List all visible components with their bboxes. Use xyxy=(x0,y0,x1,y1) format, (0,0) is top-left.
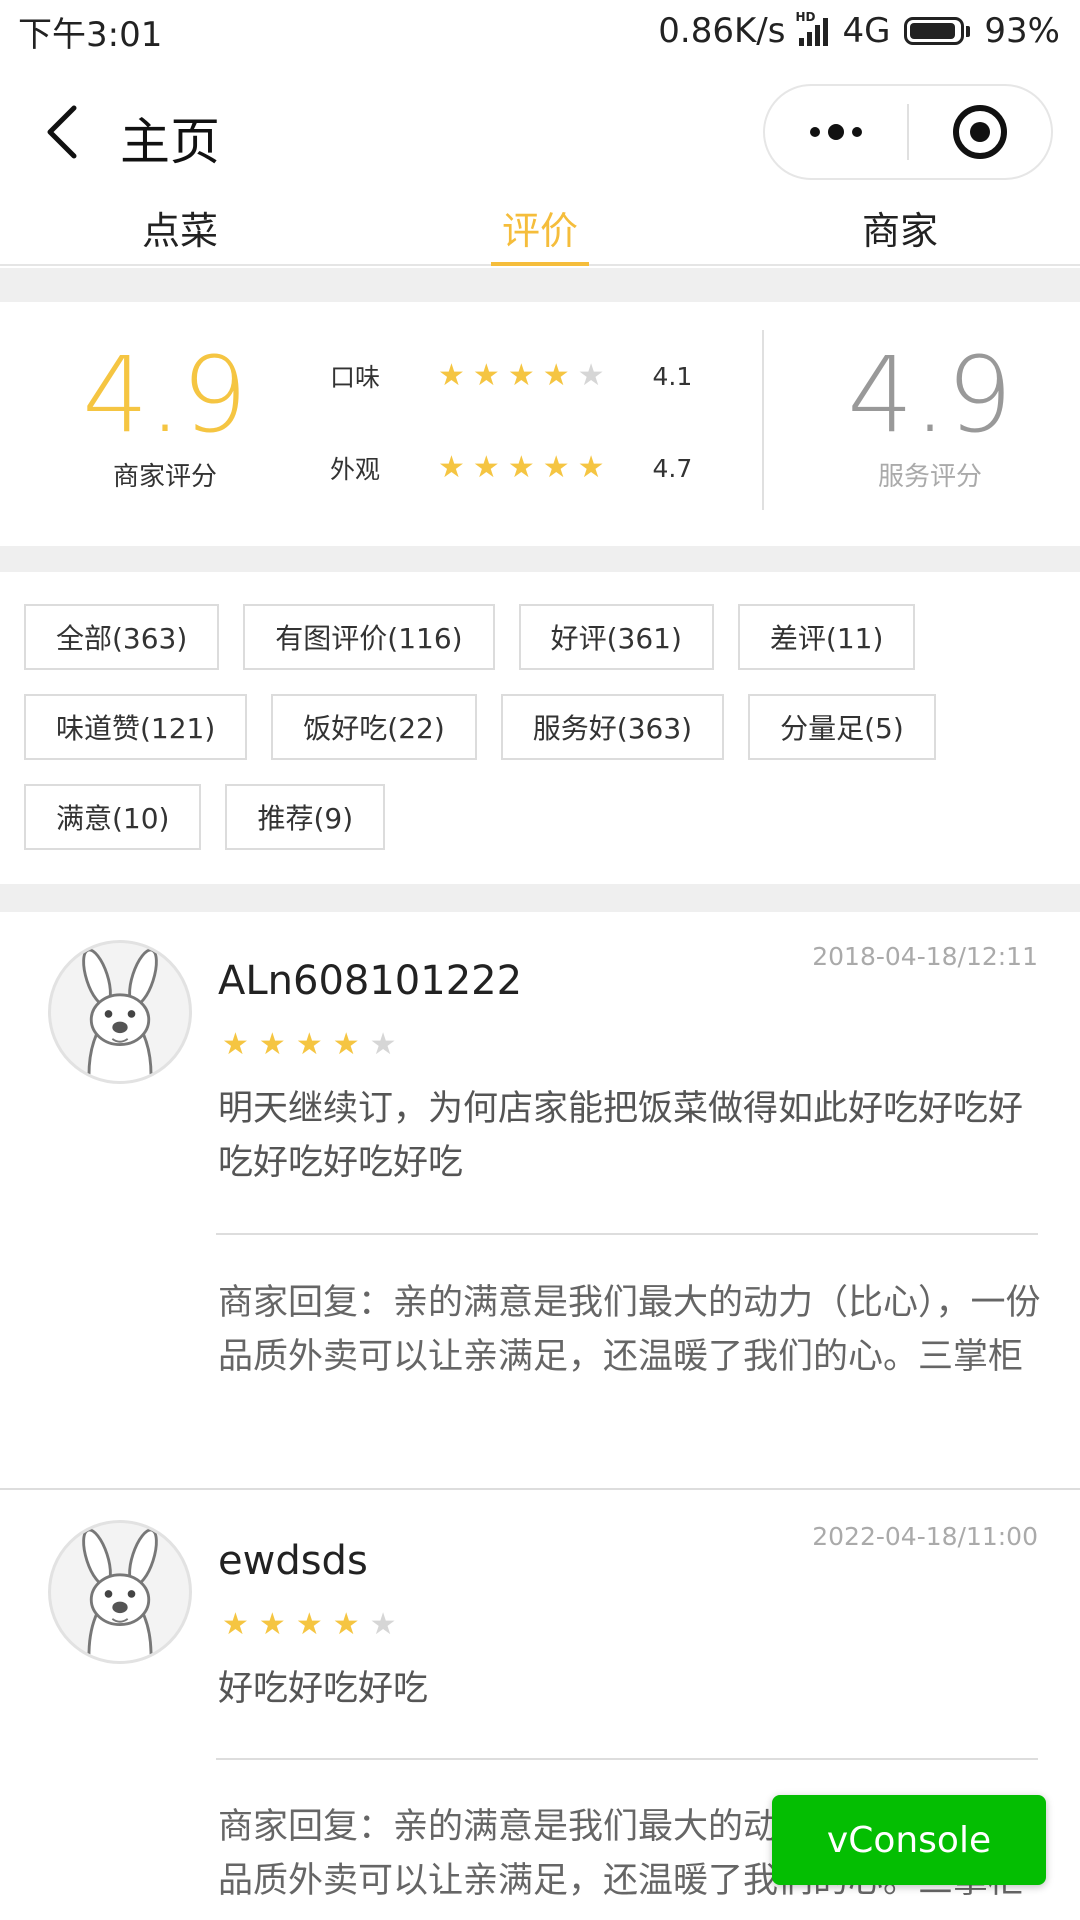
rating-name: 口味 xyxy=(330,363,381,392)
filter-row: 全部(363) 有图评价(116) 好评(361) 差评(11) xyxy=(24,604,1064,670)
review-stars: ★ ★ ★ ★ ★ xyxy=(222,1030,397,1060)
star-filled-icon: ★ xyxy=(295,1027,323,1062)
merchant-reply: 商家回复：亲的满意是我们最大的动力（比心），一份品质外卖可以让亲满足，还温暖了我… xyxy=(218,1283,1041,1377)
score-summary: 4.9 商家评分 口味 ★ ★ ★ ★ ★ 4.1 外观 ★ ★ ★ ★ ★ 4.7 4.9 服… xyxy=(0,302,1080,546)
review-separator xyxy=(0,1488,1080,1490)
kangaroo-avatar-icon xyxy=(82,948,158,1081)
star-filled-icon: ★ xyxy=(507,358,535,393)
tab-reviews[interactable]: 评价 xyxy=(360,202,720,266)
service-score-value: 4.9 xyxy=(847,334,1013,456)
rating-row-appearance: 外观 ★ ★ ★ ★ ★ 4.7 xyxy=(330,450,692,486)
rating-value: 4.7 xyxy=(652,453,693,483)
star-filled-icon: ★ xyxy=(295,1607,323,1642)
avatar[interactable] xyxy=(48,1520,192,1664)
close-miniprogram-button[interactable] xyxy=(909,86,1051,178)
filter-tag-positive[interactable]: 好评(361) xyxy=(518,604,714,670)
service-score-label: 服务评分 xyxy=(877,462,982,492)
star-filled-icon: ★ xyxy=(542,450,570,485)
filter-tag-generous-portion[interactable]: 分量足(5) xyxy=(748,694,936,760)
avatar[interactable] xyxy=(48,940,192,1084)
star-filled-icon: ★ xyxy=(258,1607,286,1642)
star-filled-icon: ★ xyxy=(258,1027,286,1062)
review-divider xyxy=(216,1233,1038,1235)
rating-stars: ★ ★ ★ ★ ★ xyxy=(438,453,605,483)
battery-percent: 93% xyxy=(984,11,1060,51)
filter-tag-recommend[interactable]: 推荐(9) xyxy=(225,784,386,850)
filter-tags: 全部(363) 有图评价(116) 好评(361) 差评(11) 味道赞(121… xyxy=(24,604,1064,874)
review-date: 2018-04-18/12:11 xyxy=(812,942,1038,971)
battery-icon xyxy=(904,17,971,45)
star-filled-icon: ★ xyxy=(472,358,500,393)
star-filled-icon: ★ xyxy=(438,450,465,485)
status-time: 下午3:01 xyxy=(18,14,163,55)
filter-row: 味道赞(121) 饭好吃(22) 服务好(363) 分量足(5) xyxy=(24,694,1064,760)
rating-row-taste: 口味 ★ ★ ★ ★ ★ 4.1 xyxy=(330,358,692,394)
review-text: 明天继续订，为何店家能把饭菜做得如此好吃好吃好吃好吃好吃好吃 xyxy=(218,1089,1024,1183)
section-gap xyxy=(0,884,1080,912)
hd-label: HD xyxy=(795,10,816,24)
review-stars: ★ ★ ★ ★ ★ xyxy=(222,1610,397,1640)
star-filled-icon: ★ xyxy=(472,450,500,485)
tab-order[interactable]: 点菜 xyxy=(0,202,360,264)
vconsole-button[interactable]: vConsole xyxy=(772,1795,1046,1885)
score-divider xyxy=(762,330,764,510)
target-icon xyxy=(953,105,1007,159)
kangaroo-avatar-icon xyxy=(82,1528,158,1661)
filter-tag-negative[interactable]: 差评(11) xyxy=(737,604,916,670)
star-filled-icon: ★ xyxy=(577,450,605,485)
review-item: ALn608101222 2018-04-18/12:11 ★ ★ ★ ★ ★ 明天继续… xyxy=(0,912,1080,1490)
star-filled-icon: ★ xyxy=(222,1027,249,1062)
back-arrow-icon[interactable] xyxy=(40,104,88,160)
service-score: 4.9 服务评分 xyxy=(840,340,1020,493)
star-filled-icon: ★ xyxy=(332,1607,360,1642)
star-filled-icon: ★ xyxy=(222,1607,249,1642)
filter-tag-all[interactable]: 全部(363) xyxy=(24,604,220,670)
nav-bar: 主页 xyxy=(0,62,1080,202)
star-filled-icon: ★ xyxy=(332,1027,360,1062)
filter-tag-good-rice[interactable]: 饭好吃(22) xyxy=(271,694,477,760)
rating-stars: ★ ★ ★ ★ ★ xyxy=(438,361,605,391)
star-empty-icon: ★ xyxy=(369,1027,397,1062)
status-indicators: 0.86K/s HD 4G 93% xyxy=(658,10,1060,51)
more-dots-icon xyxy=(810,124,862,140)
merchant-score-label: 商家评分 xyxy=(112,462,217,492)
filter-tag-with-photo[interactable]: 有图评价(116) xyxy=(243,604,495,670)
more-button[interactable] xyxy=(765,86,907,178)
star-empty-icon: ★ xyxy=(577,358,605,393)
filter-row: 满意(10) 推荐(9) xyxy=(24,784,1064,850)
filter-tag-satisfied[interactable]: 满意(10) xyxy=(24,784,202,850)
status-bar: 下午3:01 0.86K/s HD 4G 93% xyxy=(0,0,1080,62)
signal-icon: HD xyxy=(795,10,829,46)
review-date: 2022-04-18/11:00 xyxy=(812,1522,1038,1551)
merchant-score: 4.9 商家评分 xyxy=(60,340,270,493)
tab-bar: 点菜 评价 商家 xyxy=(0,202,1080,266)
review-username: ewdsds xyxy=(218,1538,368,1584)
star-empty-icon: ★ xyxy=(369,1607,397,1642)
star-filled-icon: ★ xyxy=(507,450,535,485)
page-title: 主页 xyxy=(120,113,220,171)
star-filled-icon: ★ xyxy=(542,358,570,393)
review-username: ALn608101222 xyxy=(218,958,523,1004)
review-divider xyxy=(216,1758,1038,1760)
tab-merchant[interactable]: 商家 xyxy=(720,202,1080,264)
network-type: 4G xyxy=(842,11,891,51)
filter-tag-good-service[interactable]: 服务好(363) xyxy=(500,694,725,760)
merchant-score-value: 4.9 xyxy=(82,334,248,456)
rating-name: 外观 xyxy=(330,455,381,484)
review-text: 好吃好吃好吃 xyxy=(218,1669,429,1709)
miniprogram-capsule xyxy=(763,84,1053,180)
filter-tag-tasty[interactable]: 味道赞(121) xyxy=(24,694,248,760)
network-speed: 0.86K/s xyxy=(658,11,786,51)
section-gap xyxy=(0,268,1080,302)
rating-value: 4.1 xyxy=(652,361,693,391)
section-gap xyxy=(0,546,1080,572)
star-filled-icon: ★ xyxy=(438,358,465,393)
